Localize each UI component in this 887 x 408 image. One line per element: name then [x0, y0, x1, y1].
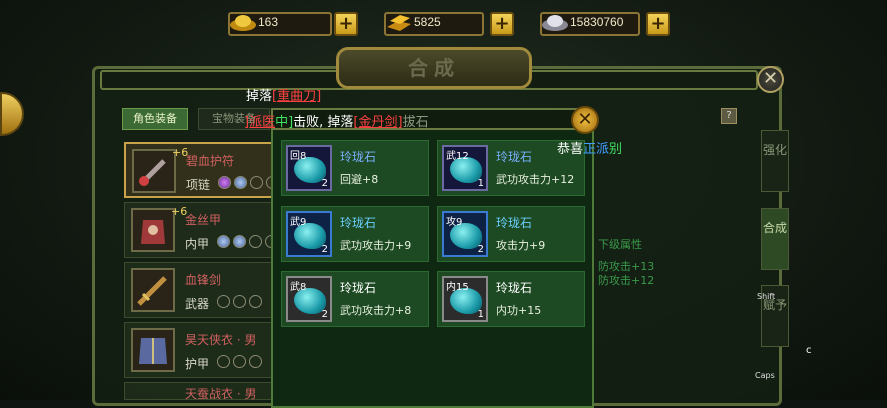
gem-slot — [249, 295, 262, 308]
currency-value: 5825 — [414, 15, 441, 29]
stone-name: 玲珑石 — [340, 281, 377, 295]
gold-bars-icon — [387, 15, 411, 31]
gem-slot — [217, 355, 230, 368]
sword-icon — [131, 268, 175, 312]
stone-tag: 武12 — [446, 151, 469, 162]
item-link[interactable]: [金丹剑] — [353, 115, 402, 130]
gem-slots — [217, 355, 262, 368]
stone-tag: 武9 — [290, 217, 307, 228]
armor-icon — [131, 208, 175, 252]
stone-count: 2 — [321, 309, 328, 320]
stone-card[interactable]: 内15 1 玲珑石内功+15 — [437, 271, 585, 327]
equipment-name: 金丝甲 — [185, 213, 222, 227]
broadcast-message: ]派医中]击败, 掉落[金丹剑]拔石 — [244, 115, 429, 130]
lingshi-stone-icon: 武12 1 — [442, 145, 488, 191]
stone-stat: 武功攻击力+8 — [340, 304, 412, 317]
tab-character-equipment[interactable]: 角色装备 — [122, 108, 188, 130]
gem-slot — [249, 355, 262, 368]
stone-name: 玲珑石 — [340, 150, 377, 164]
equipment-item[interactable]: 血锋剑 武器 — [124, 262, 274, 318]
stone-stat: 内功+15 — [496, 304, 542, 317]
add-silver-ingot-button[interactable]: + — [646, 12, 670, 36]
equipment-item[interactable]: 天蚕战衣 · 男 — [124, 382, 274, 401]
gem-slot — [233, 355, 246, 368]
gem-slots — [218, 176, 279, 189]
stone-tag: 武8 — [290, 282, 307, 293]
equipment-name: 天蚕战衣 · 男 — [185, 387, 257, 401]
stone-name: 玲珑石 — [496, 216, 533, 230]
gem-slot — [217, 235, 230, 248]
lingshi-stone-icon: 回8 2 — [286, 145, 332, 191]
stone-card[interactable]: 攻9 2 玲珑石攻击力+9 — [437, 206, 585, 262]
stone-stat: 回避+8 — [340, 173, 379, 186]
necklace-icon — [132, 149, 176, 193]
currency-silver-ingot: 15830760 + — [540, 12, 670, 36]
stone-name: 玲珑石 — [496, 150, 533, 164]
stone-count: 1 — [477, 178, 484, 189]
close-popup-button[interactable]: ✕ — [571, 106, 599, 134]
gem-slots — [217, 295, 262, 308]
lingshi-stone-icon: 武9 2 — [286, 211, 332, 257]
stone-count: 1 — [477, 309, 484, 320]
stone-name: 玲珑石 — [340, 216, 377, 230]
attribute-line: 防攻击+12 — [598, 274, 655, 287]
gem-slot — [217, 295, 230, 308]
equipment-name: 碧血护符 — [186, 154, 235, 168]
help-button[interactable]: ? — [721, 108, 737, 124]
equipment-item[interactable]: +6 金丝甲 内甲 — [124, 202, 278, 258]
equipment-item[interactable]: 昊天侠衣 · 男 护甲 — [124, 322, 274, 378]
tab-enhance[interactable]: 强化 — [761, 130, 789, 192]
equipment-type: 内甲 — [185, 237, 210, 251]
equipment-name: 血锋剑 — [185, 273, 222, 287]
item-link[interactable]: [重曲刀] — [272, 89, 321, 104]
currency-gold-bars: 5825 + — [384, 12, 514, 36]
broadcast-message: 掉落[重曲刀] — [246, 89, 322, 104]
equipment-type: 项链 — [186, 178, 211, 192]
window-title-plate: 合成 — [336, 47, 532, 89]
gem-slot — [218, 176, 231, 189]
gem-slot — [234, 176, 247, 189]
c-key-label[interactable]: c — [806, 345, 812, 356]
stone-stat: 攻击力+9 — [496, 239, 546, 252]
silver-ingot-icon — [542, 15, 568, 31]
stone-count: 2 — [321, 244, 328, 255]
stone-tag: 回8 — [290, 151, 307, 162]
currency-value: 163 — [258, 15, 279, 29]
close-window-button[interactable]: ✕ — [757, 66, 784, 93]
currency-gold-ingot: 163 + — [228, 12, 360, 36]
caps-key-label[interactable]: Caps — [755, 371, 775, 380]
stone-name: 玲珑石 — [496, 281, 533, 295]
equipment-name: 昊天侠衣 · 男 — [185, 333, 257, 347]
gold-ingot-icon — [230, 15, 256, 31]
robe-icon — [131, 328, 175, 372]
stone-count: 2 — [321, 178, 328, 189]
shift-key-label[interactable]: Shift — [757, 292, 775, 301]
broadcast-message: 恭喜正派别 — [557, 142, 623, 157]
stone-tag: 攻9 — [446, 217, 463, 228]
lingshi-stone-icon: 内15 1 — [442, 276, 488, 322]
currency-value: 15830760 — [570, 15, 624, 29]
stone-stat: 武功攻击力+12 — [496, 173, 575, 186]
stone-stat: 武功攻击力+9 — [340, 239, 412, 252]
equipment-type: 护甲 — [185, 357, 210, 371]
tab-synthesis[interactable]: 合成 — [761, 208, 789, 270]
stone-card[interactable]: 回8 2 玲珑石回避+8 — [281, 140, 429, 196]
gem-slot — [233, 295, 246, 308]
page-title: 合成 — [408, 56, 460, 80]
equipment-type: 武器 — [185, 297, 210, 311]
gem-slots — [217, 235, 278, 248]
attribute-title: 下级属性 — [598, 238, 642, 251]
stone-card[interactable]: 武9 2 玲珑石武功攻击力+9 — [281, 206, 429, 262]
stone-card[interactable]: 武8 2 玲珑石武功攻击力+8 — [281, 271, 429, 327]
gem-slot — [233, 235, 246, 248]
stone-tag: 内15 — [446, 282, 469, 293]
gem-slot — [249, 235, 262, 248]
add-gold-ingot-button[interactable]: + — [334, 12, 358, 36]
gem-slot — [250, 176, 263, 189]
equipment-item[interactable]: +6 碧血护符 项链 — [124, 142, 279, 198]
stone-count: 2 — [477, 244, 484, 255]
lingshi-stone-icon: 武8 2 — [286, 276, 332, 322]
add-gold-bars-button[interactable]: + — [490, 12, 514, 36]
lingshi-stone-icon: 攻9 2 — [442, 211, 488, 257]
